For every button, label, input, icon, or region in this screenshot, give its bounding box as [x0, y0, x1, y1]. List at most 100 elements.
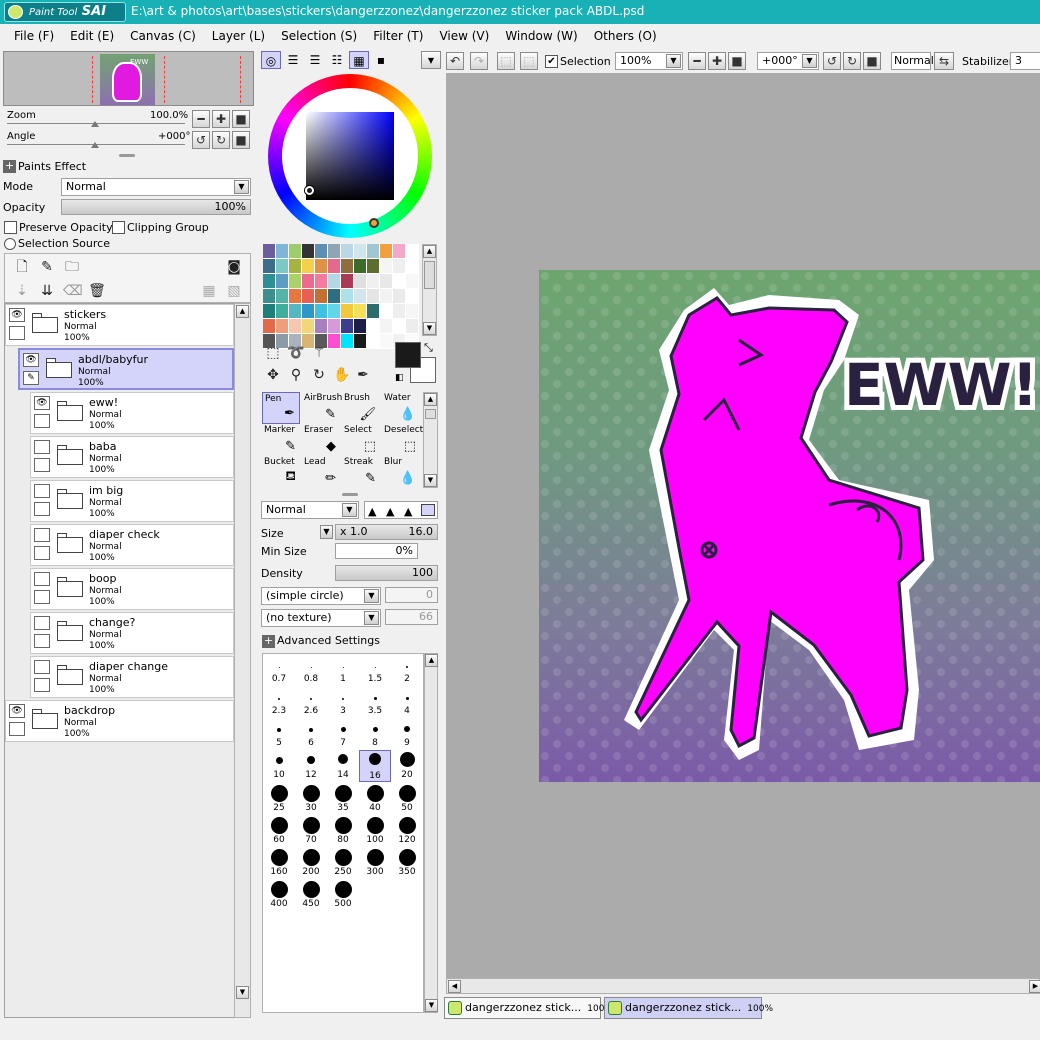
brush-size-preset[interactable]: 30	[295, 782, 327, 814]
color-swatch[interactable]	[380, 334, 393, 349]
color-swatch[interactable]	[367, 274, 380, 289]
color-swatch[interactable]	[328, 244, 341, 259]
blend-mode-select[interactable]: Normal ▼	[261, 501, 359, 519]
rotate-right-button[interactable]: ↻	[212, 131, 230, 149]
color-swatch[interactable]	[289, 289, 302, 304]
invert-selection-button[interactable]: ⬚	[520, 52, 538, 70]
new-linework-layer-icon[interactable]: ✎	[38, 258, 56, 276]
color-swatch[interactable]	[406, 319, 419, 334]
color-swatch[interactable]	[406, 289, 419, 304]
brush-size-preset[interactable]: 0.8	[295, 654, 327, 686]
brush-size-preset[interactable]: 25	[263, 782, 295, 814]
brush-size-preset[interactable]: 350	[391, 846, 423, 878]
layer-row[interactable]: diaper change Normal 100%	[30, 656, 234, 698]
color-swatch[interactable]	[367, 289, 380, 304]
layer-opacity-slider[interactable]: 100%	[61, 199, 251, 215]
menu-view[interactable]: View (V)	[431, 29, 497, 43]
layer-row[interactable]: 👁 stickers Normal 100%	[5, 304, 234, 346]
zoom-reset-button[interactable]: ■	[232, 110, 250, 128]
navigator-preview[interactable]: EWW	[3, 51, 254, 106]
clear-layer-icon[interactable]: ⌫	[63, 282, 83, 300]
scroll-up-icon[interactable]: ▲	[425, 654, 438, 667]
move-icon[interactable]: ✥	[264, 366, 282, 384]
layer-lock-toggle[interactable]	[34, 546, 50, 560]
rotate-reset-button[interactable]: ■	[232, 131, 250, 149]
scroll-thumb[interactable]	[425, 409, 436, 419]
rotate-left-button[interactable]: ↺	[192, 131, 210, 149]
preserve-opacity-checkbox[interactable]	[4, 221, 17, 234]
layer-lock-toggle[interactable]	[34, 458, 50, 472]
artboard[interactable]: EWW! EWW!	[539, 270, 1040, 782]
layer-lock-toggle[interactable]	[9, 326, 25, 340]
brush-texture-select[interactable]: (no texture) ▼	[261, 609, 381, 627]
edge-medium-icon[interactable]: ▲	[386, 505, 394, 518]
layer-mode-select[interactable]: Normal ▼	[61, 178, 251, 196]
shape-strength-field[interactable]: 0	[385, 587, 438, 603]
eye-icon[interactable]: 👁	[9, 308, 25, 322]
color-swatch[interactable]	[302, 304, 315, 319]
canvas-rotate-right-button[interactable]: ↻	[843, 52, 861, 70]
color-swatch[interactable]	[276, 289, 289, 304]
tool-airbrush[interactable]: AirBrush ✎	[302, 392, 342, 424]
canvas-hscrollbar[interactable]: ◀ ▶	[446, 978, 1040, 994]
brush-shape-select[interactable]: (simple circle) ▼	[261, 587, 381, 605]
foreground-color[interactable]	[395, 342, 421, 368]
menu-file[interactable]: File (F)	[6, 29, 62, 43]
brush-size-preset[interactable]: 100	[359, 814, 391, 846]
color-swatch[interactable]	[367, 259, 380, 274]
color-swatch[interactable]	[302, 259, 315, 274]
rotate-tool-icon[interactable]: ↻	[310, 366, 328, 384]
tool-blur[interactable]: Blur 💧	[382, 456, 420, 488]
layer-row[interactable]: boop Normal 100%	[30, 568, 234, 610]
color-swatch[interactable]	[406, 304, 419, 319]
brush-size-preset[interactable]: 120	[391, 814, 423, 846]
layer-lock-toggle[interactable]	[34, 414, 50, 428]
menu-layer[interactable]: Layer (L)	[204, 29, 273, 43]
eye-icon[interactable]: 👁	[9, 704, 25, 718]
color-swatch[interactable]	[302, 244, 315, 259]
stabilizer-select[interactable]: 3	[1010, 52, 1040, 70]
tool-eraser[interactable]: Eraser ◆	[302, 424, 340, 456]
selection-checkbox[interactable]: ✔	[545, 55, 558, 68]
density-slider[interactable]: 100	[335, 565, 438, 581]
merge-down-icon[interactable]: ⇊	[38, 282, 56, 300]
scroll-down-icon[interactable]: ▼	[424, 474, 437, 487]
tool-streak[interactable]: Streak ✎	[342, 456, 380, 488]
color-swatch[interactable]	[276, 259, 289, 274]
canvas-zoom-in-button[interactable]: ✚	[708, 52, 726, 70]
color-swatch[interactable]	[315, 289, 328, 304]
color-swatch[interactable]	[354, 289, 367, 304]
swatches-tab-icon[interactable]: ▦	[349, 51, 369, 69]
document-tab[interactable]: dangerzzonez stick... 100%	[444, 997, 613, 1019]
visibility-toggle[interactable]	[34, 616, 50, 630]
visibility-toggle[interactable]	[34, 660, 50, 674]
color-swatch[interactable]	[328, 289, 341, 304]
size-multiplier-dropdown[interactable]: ▼	[320, 525, 333, 539]
scroll-down-icon[interactable]: ▼	[425, 999, 438, 1012]
rect-select-icon[interactable]: ⬚	[264, 344, 282, 362]
menu-others[interactable]: Others (O)	[586, 29, 665, 43]
color-swatch[interactable]	[380, 289, 393, 304]
scroll-down-icon[interactable]: ▼	[423, 322, 436, 335]
color-swatch[interactable]	[315, 304, 328, 319]
canvas-zoom-out-button[interactable]: ━	[688, 52, 706, 70]
menu-filter[interactable]: Filter (T)	[365, 29, 431, 43]
color-swatch[interactable]	[263, 304, 276, 319]
color-swatch[interactable]	[315, 244, 328, 259]
selection-source-radio[interactable]	[4, 238, 16, 250]
delete-layer-icon[interactable]: 🗑	[88, 282, 106, 300]
advanced-settings-label[interactable]: Advanced Settings	[277, 634, 380, 647]
brush-size-preset[interactable]: 2.6	[295, 686, 327, 718]
color-swatch[interactable]	[328, 274, 341, 289]
scroll-up-icon[interactable]: ▲	[423, 245, 436, 258]
layer-row[interactable]: 👁 eww! Normal 100%	[30, 392, 234, 434]
hsv-slider-tab-icon[interactable]: ☰	[305, 51, 325, 69]
brush-presets-scrollbar[interactable]: ▲ ▼	[424, 653, 438, 1013]
scroll-up-icon[interactable]: ▲	[424, 393, 437, 406]
brush-size-preset[interactable]: 2.3	[263, 686, 295, 718]
color-swatch[interactable]	[341, 334, 354, 349]
brush-size-preset[interactable]: 2	[391, 654, 423, 686]
tool-lead[interactable]: Lead ✏	[302, 456, 340, 488]
expand-icon[interactable]: +	[3, 160, 16, 173]
brush-size-preset[interactable]: 1.5	[359, 654, 391, 686]
